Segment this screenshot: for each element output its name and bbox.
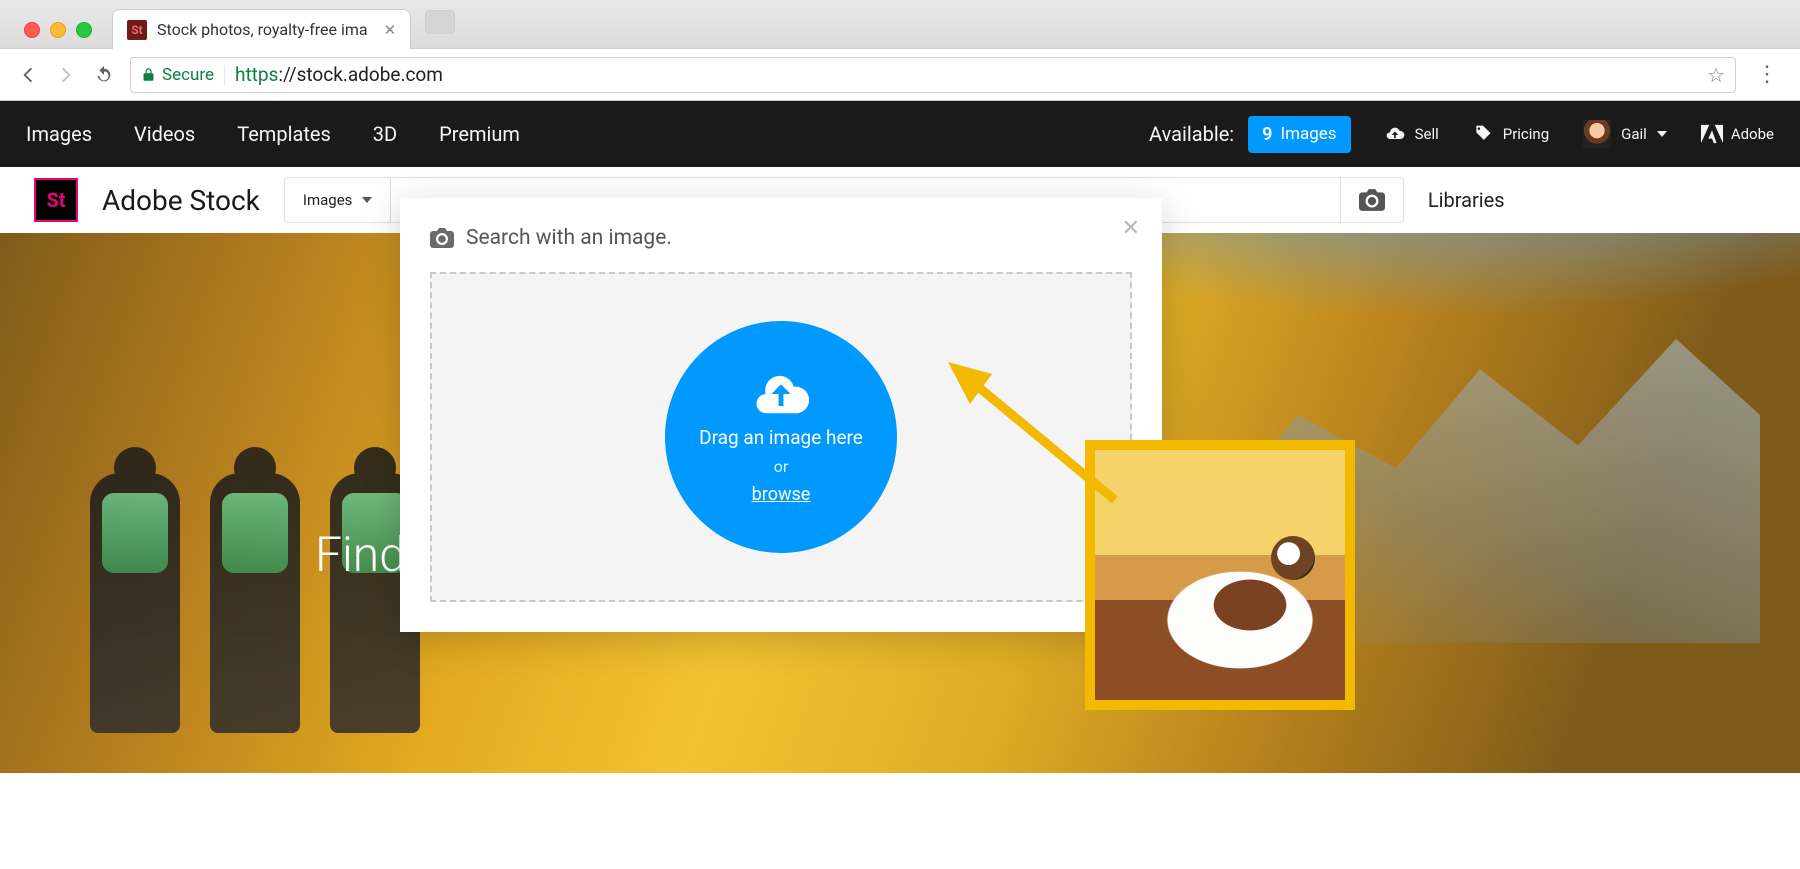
chevron-down-icon (1657, 131, 1667, 137)
price-tag-icon (1473, 124, 1493, 144)
address-bar: Secure https://stock.adobe.com ☆ ⋮ (0, 48, 1800, 100)
reload-button[interactable] (92, 64, 116, 86)
nav-videos[interactable]: Videos (134, 122, 195, 146)
secure-badge[interactable]: Secure (141, 65, 225, 85)
popover-close-icon[interactable]: ✕ (1122, 216, 1140, 241)
available-pill[interactable]: 9 Images (1248, 116, 1350, 153)
url-text: https://stock.adobe.com (235, 63, 443, 86)
search-category-label: Images (303, 191, 353, 209)
camera-icon (430, 228, 454, 248)
url-protocol: https (235, 63, 278, 86)
adobe-logo-icon (1701, 124, 1723, 144)
available-label: Available: (1149, 122, 1234, 146)
nav-pricing-label: Pricing (1503, 125, 1549, 143)
forward-button (54, 64, 78, 86)
new-tab-button[interactable] (425, 10, 455, 34)
hero-hikers-art (90, 473, 420, 733)
tab-title: Stock photos, royalty-free ima (157, 20, 368, 39)
bookmark-star-icon[interactable]: ☆ (1707, 63, 1725, 87)
nav-sell-label: Sell (1415, 125, 1439, 143)
primary-nav-left: Images Videos Templates 3D Premium (26, 122, 520, 146)
user-name: Gail (1621, 125, 1647, 143)
visual-search-popover: ✕ Search with an image. Drag an image he… (400, 198, 1162, 632)
user-menu[interactable]: Gail (1583, 120, 1667, 148)
secure-label: Secure (162, 65, 214, 85)
dropzone-or-text: or (774, 457, 789, 476)
window-minimize-icon[interactable] (50, 22, 66, 38)
nav-adobe-label: Adobe (1731, 125, 1774, 143)
search-category-dropdown[interactable]: Images (285, 178, 392, 222)
nav-adobe[interactable]: Adobe (1701, 124, 1774, 144)
popover-title: Search with an image. (430, 226, 1132, 250)
nav-pricing[interactable]: Pricing (1473, 124, 1549, 144)
hero-headline: Find (315, 526, 406, 583)
lock-icon (141, 67, 156, 82)
image-dropzone[interactable]: Drag an image here or browse (430, 272, 1132, 602)
address-field[interactable]: Secure https://stock.adobe.com ☆ (130, 57, 1736, 93)
visual-search-button[interactable] (1340, 178, 1403, 222)
nav-templates[interactable]: Templates (237, 122, 331, 146)
libraries-menu[interactable]: Libraries (1428, 188, 1515, 212)
browser-menu-icon[interactable]: ⋮ (1750, 62, 1784, 87)
tab-close-icon[interactable]: ✕ (378, 21, 397, 39)
product-logo-icon[interactable]: St (34, 178, 78, 222)
annotation-dragged-image[interactable] (1085, 440, 1355, 710)
dropzone-browse-link[interactable]: browse (752, 484, 811, 505)
nav-sell[interactable]: Sell (1385, 124, 1439, 144)
favicon-icon: St (127, 20, 147, 40)
camera-icon (1359, 189, 1385, 211)
chevron-down-icon (362, 197, 372, 203)
avatar (1583, 120, 1611, 148)
primary-nav-right: Available: 9 Images Sell Pricing Gail Ad… (1149, 116, 1774, 153)
nav-3d[interactable]: 3D (373, 122, 397, 146)
dropzone-cta[interactable]: Drag an image here or browse (665, 321, 897, 553)
nav-images[interactable]: Images (26, 122, 92, 146)
browser-tab[interactable]: St Stock photos, royalty-free ima ✕ (112, 9, 411, 49)
available-credits: Available: 9 Images (1149, 116, 1351, 153)
browser-chrome: St Stock photos, royalty-free ima ✕ Secu… (0, 0, 1800, 101)
popover-title-text: Search with an image. (466, 226, 672, 250)
tab-strip: St Stock photos, royalty-free ima ✕ (0, 0, 1800, 48)
dropzone-drag-text: Drag an image here (699, 426, 863, 449)
back-button[interactable] (16, 64, 40, 86)
libraries-label: Libraries (1428, 188, 1505, 212)
window-close-icon[interactable] (24, 22, 40, 38)
available-unit: Images (1280, 124, 1336, 144)
product-name: Adobe Stock (102, 184, 260, 217)
available-count: 9 (1262, 124, 1272, 145)
primary-nav: Images Videos Templates 3D Premium Avail… (0, 101, 1800, 167)
nav-premium[interactable]: Premium (439, 122, 520, 146)
window-controls (12, 22, 104, 48)
window-zoom-icon[interactable] (76, 22, 92, 38)
cloud-upload-icon (1385, 124, 1405, 144)
url-path: ://stock.adobe.com (278, 63, 443, 86)
cloud-upload-icon (751, 370, 811, 418)
